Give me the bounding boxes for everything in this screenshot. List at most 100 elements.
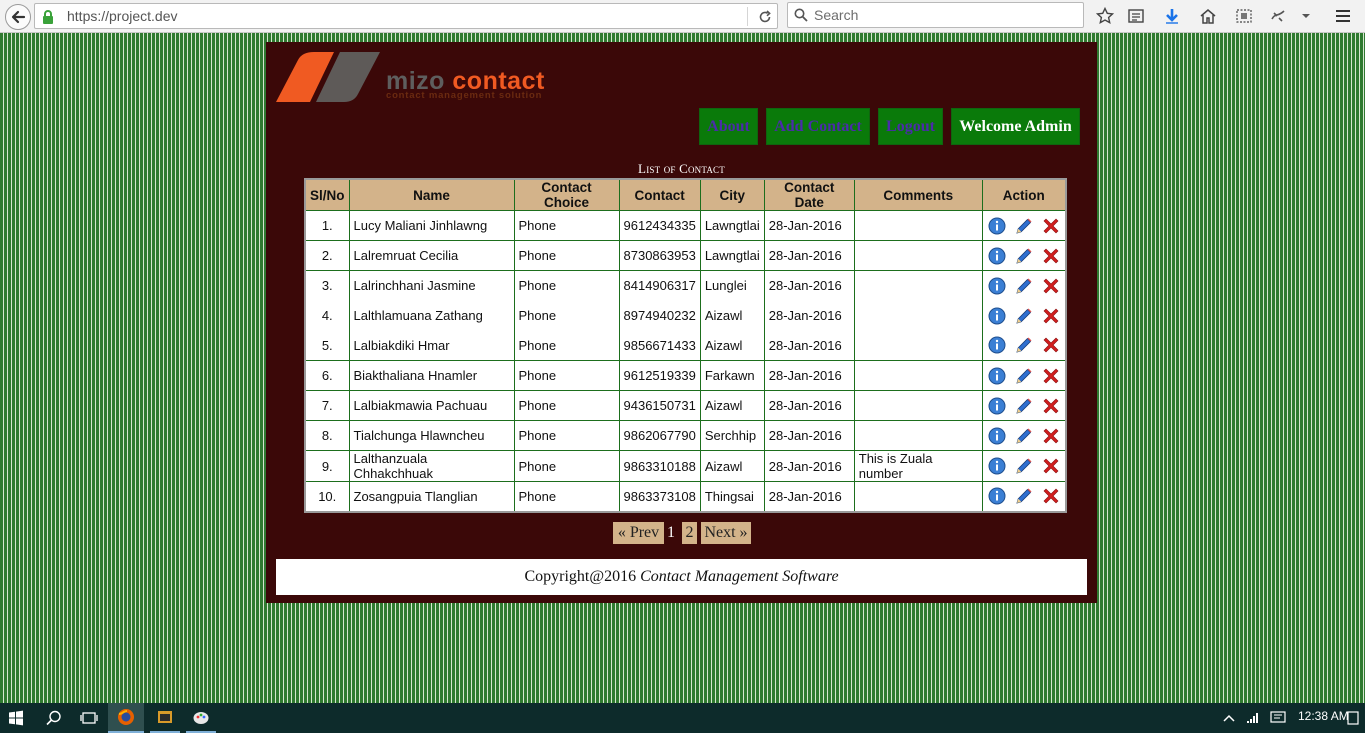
url-text: https://project.dev <box>67 8 178 24</box>
edit-pencil-icon[interactable] <box>1014 396 1034 416</box>
edit-pencil-icon[interactable] <box>1014 456 1034 476</box>
edit-pencil-icon[interactable] <box>1014 306 1034 326</box>
delete-x-icon[interactable] <box>1041 486 1061 506</box>
info-icon[interactable] <box>987 216 1007 236</box>
app-taskbar-icon[interactable] <box>150 703 180 733</box>
info-icon[interactable] <box>987 276 1007 296</box>
edit-pencil-icon[interactable] <box>1014 486 1034 506</box>
task-view-icon[interactable] <box>76 703 102 733</box>
clock-time[interactable]: 12:38 AM <box>1298 709 1349 723</box>
delete-x-icon[interactable] <box>1041 335 1061 355</box>
next-page-button[interactable]: Next » <box>701 522 751 544</box>
firefox-taskbar-icon[interactable] <box>108 703 144 733</box>
delete-x-icon[interactable] <box>1041 456 1061 476</box>
col-header: Contact Choice <box>513 178 620 211</box>
info-icon[interactable] <box>987 426 1007 446</box>
cell-sl: 5. <box>304 330 350 361</box>
url-divider <box>747 7 748 26</box>
search-taskbar-icon[interactable] <box>42 703 66 733</box>
hamburger-menu-icon[interactable] <box>1333 6 1353 26</box>
cell-city: Farkawn <box>699 360 765 391</box>
delete-x-icon[interactable] <box>1041 426 1061 446</box>
cell-contact: 9863310188 <box>618 450 701 482</box>
cell-sl: 10. <box>304 481 350 512</box>
cell-comments <box>853 420 983 451</box>
chevron-up-icon[interactable] <box>1220 703 1238 733</box>
back-button[interactable] <box>5 4 31 30</box>
edit-pencil-icon[interactable] <box>1014 426 1034 446</box>
cell-city: Lawngtlai <box>699 210 765 241</box>
home-icon[interactable] <box>1198 6 1218 26</box>
cell-date: 28-Jan-2016 <box>763 390 855 421</box>
cell-sl: 3. <box>304 270 350 301</box>
delete-x-icon[interactable] <box>1041 246 1061 266</box>
cell-date: 28-Jan-2016 <box>763 360 855 391</box>
info-icon[interactable] <box>987 456 1007 476</box>
cell-city: Aizawl <box>699 390 765 421</box>
info-icon[interactable] <box>987 246 1007 266</box>
cell-sl: 1. <box>304 210 350 241</box>
paint-taskbar-icon[interactable] <box>186 703 216 733</box>
cell-comments <box>853 390 983 421</box>
info-icon[interactable] <box>987 306 1007 326</box>
edit-pencil-icon[interactable] <box>1014 246 1034 266</box>
download-icon[interactable] <box>1162 6 1182 26</box>
delete-x-icon[interactable] <box>1041 306 1061 326</box>
cell-comments <box>853 210 983 241</box>
cell-city: Aizawl <box>699 300 765 331</box>
edit-pencil-icon[interactable] <box>1014 276 1034 296</box>
table-row: 6. Biakthaliana Hnamler Phone 9612519339 Far… <box>304 360 1067 391</box>
prev-page-button[interactable]: « Prev <box>613 522 664 544</box>
action-center-icon[interactable] <box>1344 703 1362 733</box>
cell-choice: Phone <box>513 240 620 271</box>
notification-icon[interactable] <box>1268 703 1288 733</box>
network-icon[interactable] <box>1244 703 1262 733</box>
edit-pencil-icon[interactable] <box>1014 335 1034 355</box>
reload-icon[interactable] <box>755 7 775 27</box>
nav-logout[interactable]: Logout <box>878 108 943 145</box>
page-2-link[interactable]: 2 <box>682 522 697 544</box>
edit-pencil-icon[interactable] <box>1014 366 1034 386</box>
reading-list-icon[interactable] <box>1126 6 1146 26</box>
search-input[interactable]: Search <box>787 2 1084 28</box>
logo-mark-icon <box>276 52 380 102</box>
url-bar[interactable]: https://project.dev <box>34 3 778 29</box>
table-row: 1. Lucy Maliani Jinhlawng Phone 9612434335 L… <box>304 210 1067 241</box>
info-icon[interactable] <box>987 396 1007 416</box>
nav-about[interactable]: About <box>699 108 758 145</box>
cell-date: 28-Jan-2016 <box>763 300 855 331</box>
col-header: Sl/No <box>304 178 350 211</box>
edit-pencil-icon[interactable] <box>1014 216 1034 236</box>
delete-x-icon[interactable] <box>1041 366 1061 386</box>
cell-city: Serchhip <box>699 420 765 451</box>
info-icon[interactable] <box>987 335 1007 355</box>
table-row: 3. Lalrinchhani Jasmine Phone 8414906317 Lun… <box>304 270 1067 301</box>
delete-x-icon[interactable] <box>1041 216 1061 236</box>
cell-name: Tialchunga Hlawncheu <box>348 420 515 451</box>
list-title: List of Contact <box>638 161 725 176</box>
cell-date: 28-Jan-2016 <box>763 210 855 241</box>
cell-name: Zosangpuia Tlanglian <box>348 481 515 512</box>
info-icon[interactable] <box>987 486 1007 506</box>
screenshot-icon[interactable] <box>1234 6 1254 26</box>
browser-toolbar: https://project.dev Search <box>0 0 1365 33</box>
contact-table: Sl/No Name Contact Choice Contact City C… <box>304 178 1067 513</box>
col-header: Name <box>348 178 515 211</box>
cell-choice: Phone <box>513 300 620 331</box>
delete-x-icon[interactable] <box>1041 396 1061 416</box>
col-header: City <box>699 178 765 211</box>
cell-contact: 8414906317 <box>618 270 701 301</box>
bookmark-star-icon[interactable] <box>1095 6 1115 26</box>
cell-actions <box>981 210 1067 241</box>
cell-name: Lucy Maliani Jinhlawng <box>348 210 515 241</box>
info-icon[interactable] <box>987 366 1007 386</box>
cell-contact: 9862067790 <box>618 420 701 451</box>
delete-x-icon[interactable] <box>1041 276 1061 296</box>
chevron-down-icon[interactable] <box>1296 6 1316 26</box>
extension-icon[interactable] <box>1268 6 1288 26</box>
welcome-label: Welcome Admin <box>951 108 1080 145</box>
cell-date: 28-Jan-2016 <box>763 481 855 512</box>
nav-add-contact[interactable]: Add Contact <box>766 108 870 145</box>
windows-start-icon[interactable] <box>4 703 28 733</box>
cell-name: Lalremruat Cecilia <box>348 240 515 271</box>
